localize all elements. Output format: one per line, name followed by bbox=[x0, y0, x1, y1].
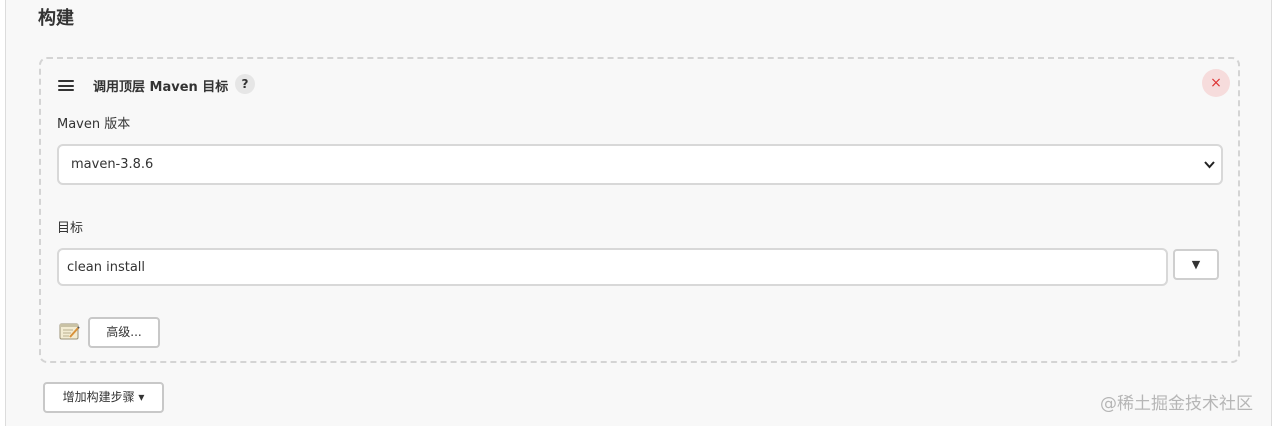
delete-step-button[interactable]: × bbox=[1202, 69, 1230, 97]
maven-version-selected: maven-3.8.6 bbox=[71, 157, 154, 172]
advanced-button[interactable]: 高级... bbox=[88, 317, 160, 348]
step-title: 调用顶层 Maven 目标 bbox=[93, 80, 229, 95]
watermark-text: @稀土掘金技术社区 bbox=[1100, 394, 1253, 414]
drag-handle-icon[interactable] bbox=[58, 80, 74, 91]
section-title: 构建 bbox=[38, 8, 74, 29]
chevron-down-icon bbox=[1204, 146, 1215, 198]
maven-version-label: Maven 版本 bbox=[57, 117, 131, 132]
build-step-card: 调用顶层 Maven 目标 ? × Maven 版本 maven-3.8.6 目… bbox=[39, 57, 1240, 363]
maven-version-select[interactable]: maven-3.8.6 bbox=[57, 144, 1223, 185]
notepad-icon bbox=[59, 323, 80, 340]
build-section: 构建 调用顶层 Maven 目标 ? × Maven 版本 maven-3.8.… bbox=[5, 0, 1272, 426]
goals-label: 目标 bbox=[57, 221, 84, 236]
help-icon[interactable]: ? bbox=[235, 74, 255, 94]
expand-goals-button[interactable]: ▼ bbox=[1173, 249, 1219, 280]
goals-input[interactable] bbox=[57, 248, 1168, 286]
add-build-step-button[interactable]: 增加构建步骤 ▾ bbox=[43, 382, 164, 413]
